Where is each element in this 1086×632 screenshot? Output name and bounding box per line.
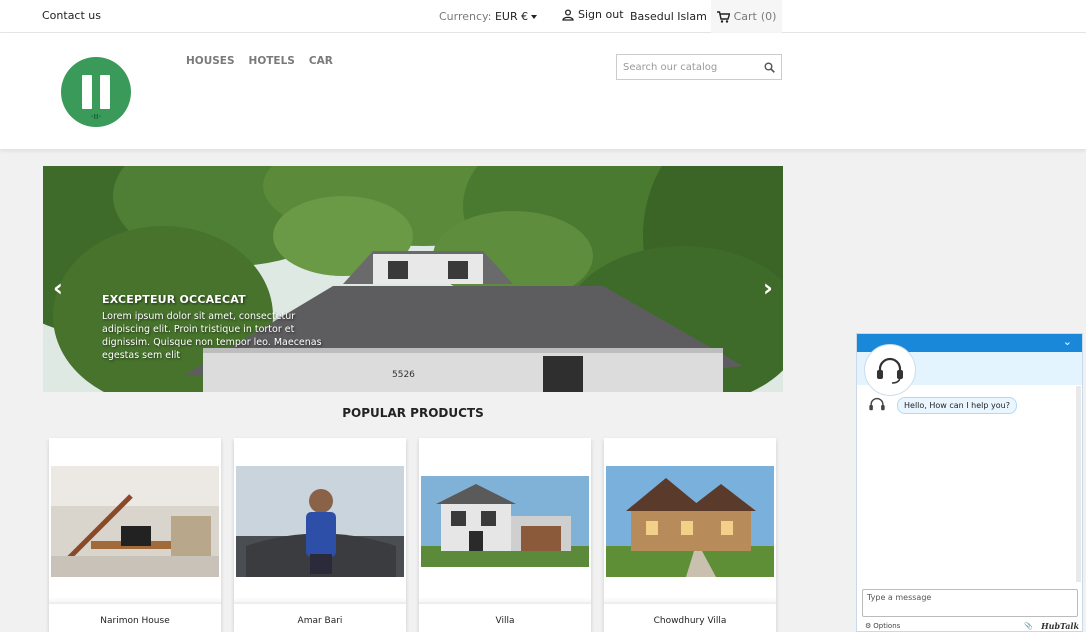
chat-message: Hello, How can I help you? <box>867 395 1017 415</box>
cart-count: (0) <box>760 10 777 23</box>
product-image[interactable] <box>236 466 404 577</box>
gear-icon[interactable]: ⚙ <box>865 622 871 630</box>
cart-button[interactable]: Cart (0) <box>711 0 782 33</box>
chat-scrollbar[interactable] <box>1076 386 1081 582</box>
house-number: 5526 <box>392 370 415 380</box>
slide-caption: EXCEPTEUR OCCAECAT Lorem ipsum dolor sit… <box>102 293 324 362</box>
chat-footer: ⚙ Options 📎 HubTalk <box>865 621 1079 631</box>
cart-label: Cart <box>733 10 757 23</box>
search-input[interactable]: Search our catalog <box>623 62 764 73</box>
search-icon[interactable] <box>764 62 775 73</box>
headset-icon <box>877 357 903 384</box>
sign-out-label: Sign out <box>578 8 624 21</box>
site-header: ·II· HOUSES HOTELS CAR Search our catalo… <box>0 33 1086 149</box>
slide-title: EXCEPTEUR OCCAECAT <box>102 293 246 306</box>
chat-options-button[interactable]: Options <box>873 622 900 630</box>
nav-item-hotels[interactable]: HOTELS <box>249 55 295 67</box>
product-name[interactable]: Narimon House <box>49 616 221 626</box>
main-nav: HOUSES HOTELS CAR <box>186 55 333 67</box>
hubtalk-brand[interactable]: HubTalk <box>1041 621 1079 631</box>
product-card[interactable]: Narimon House <box>49 438 221 632</box>
currency-label: Currency: <box>439 10 492 23</box>
product-card[interactable]: Chowdhury Villa <box>604 438 776 632</box>
contact-us-link[interactable]: Contact us <box>42 9 101 22</box>
product-name[interactable]: Chowdhury Villa <box>604 616 776 626</box>
popular-products-heading: POPULAR PRODUCTS <box>342 406 484 420</box>
chat-greeting: Hello, How can I help you? <box>897 396 1017 414</box>
product-name[interactable]: Amar Bari <box>234 616 406 626</box>
top-bar: Contact us Currency: EUR € Sign out Base… <box>0 0 1086 33</box>
sign-out-link[interactable]: Sign out <box>562 8 624 21</box>
hero-carousel: 5526 ‹ › EXCEPTEUR OCCAECAT Lorem ipsum … <box>43 166 783 392</box>
product-name[interactable]: Villa <box>419 616 591 626</box>
caret-down-icon <box>531 15 538 19</box>
chat-message-input[interactable]: Type a message <box>862 589 1078 617</box>
carousel-prev-icon[interactable]: ‹ <box>53 276 63 300</box>
product-list: Narimon House Amar Bari Villa Chowdhury … <box>49 438 776 632</box>
product-image[interactable] <box>51 466 219 577</box>
product-image[interactable] <box>421 476 589 567</box>
currency-value: EUR € <box>494 10 529 23</box>
product-card[interactable]: Amar Bari <box>234 438 406 632</box>
carousel-next-icon[interactable]: › <box>763 276 773 300</box>
currency-selector[interactable]: Currency: EUR € <box>439 10 538 23</box>
attachment-icon[interactable]: 📎 <box>1024 622 1033 630</box>
search-box: Search our catalog <box>616 54 782 80</box>
nav-item-car[interactable]: CAR <box>309 55 333 67</box>
user-icon <box>562 8 574 21</box>
minimize-chevron-icon[interactable]: ⌄ <box>1063 335 1072 348</box>
chat-banner <box>857 344 1082 396</box>
chat-widget: ⌄ Hello, How can I help you? Type a mess… <box>856 333 1083 632</box>
cart-icon <box>716 10 730 23</box>
product-image[interactable] <box>606 466 774 577</box>
site-logo[interactable]: ·II· <box>61 57 131 127</box>
account-link[interactable]: Basedul Islam <box>630 10 707 23</box>
slide-text: Lorem ipsum dolor sit amet, consectetur … <box>102 311 322 361</box>
nav-item-houses[interactable]: HOUSES <box>186 55 235 67</box>
headset-icon <box>869 397 885 411</box>
product-card[interactable]: Villa <box>419 438 591 632</box>
support-avatar <box>864 344 916 396</box>
